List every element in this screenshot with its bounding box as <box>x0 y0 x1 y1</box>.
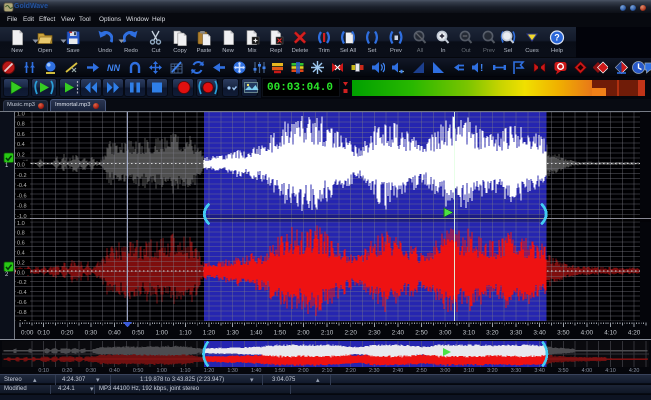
svg-text:0.2: 0.2 <box>17 260 25 266</box>
svg-text:-0.4: -0.4 <box>17 290 27 296</box>
svg-text:1:40: 1:40 <box>250 330 263 337</box>
svg-text:0.4: 0.4 <box>17 142 25 148</box>
svg-text:3:50: 3:50 <box>557 330 570 337</box>
svg-text:0.8: 0.8 <box>17 231 25 237</box>
svg-text:1:50: 1:50 <box>274 330 287 337</box>
svg-text:0.0: 0.0 <box>17 270 25 276</box>
svg-text:0:40: 0:40 <box>108 330 121 337</box>
svg-text:0.2: 0.2 <box>17 152 25 158</box>
svg-text:0.6: 0.6 <box>17 132 25 138</box>
svg-text:2:00: 2:00 <box>297 330 310 337</box>
svg-text:1.0: 1.0 <box>17 111 25 117</box>
svg-text:-0.8: -0.8 <box>17 310 27 316</box>
svg-text:0.0: 0.0 <box>17 163 25 169</box>
svg-text:2:30: 2:30 <box>368 330 381 337</box>
svg-text:4:10: 4:10 <box>604 330 617 337</box>
svg-text:2:20: 2:20 <box>344 330 357 337</box>
svg-text:1:30: 1:30 <box>226 330 239 337</box>
svg-text:-0.8: -0.8 <box>17 204 27 210</box>
svg-text:3:30: 3:30 <box>510 330 523 337</box>
svg-text:-0.2: -0.2 <box>17 173 27 179</box>
svg-text:1:10: 1:10 <box>179 330 192 337</box>
svg-text:0:10: 0:10 <box>37 330 50 337</box>
svg-text:-0.2: -0.2 <box>17 280 27 286</box>
svg-text:0:50: 0:50 <box>132 330 145 337</box>
svg-text:4:20: 4:20 <box>628 330 641 337</box>
svg-text:3:10: 3:10 <box>463 330 476 337</box>
svg-text:3:00: 3:00 <box>439 330 452 337</box>
svg-text:1:20: 1:20 <box>203 330 216 337</box>
svg-text:0:00: 0:00 <box>21 330 34 337</box>
svg-text:0:20: 0:20 <box>61 330 74 337</box>
svg-text:-0.6: -0.6 <box>17 193 27 199</box>
svg-text:NN: NN <box>107 63 120 73</box>
svg-text:2:10: 2:10 <box>321 330 334 337</box>
svg-text:2:40: 2:40 <box>392 330 405 337</box>
svg-text:3:20: 3:20 <box>486 330 499 337</box>
svg-text:4:00: 4:00 <box>581 330 594 337</box>
svg-text:-0.4: -0.4 <box>17 183 27 189</box>
svg-text:-1.0: -1.0 <box>17 214 27 220</box>
svg-text:0.6: 0.6 <box>17 241 25 247</box>
svg-text:0:30: 0:30 <box>85 330 98 337</box>
svg-text:0.8: 0.8 <box>17 122 25 128</box>
svg-text:?: ? <box>554 33 560 43</box>
svg-text:3:40: 3:40 <box>533 330 546 337</box>
svg-text:!: ! <box>480 63 483 74</box>
svg-text:0.4: 0.4 <box>17 251 25 257</box>
svg-text:1:00: 1:00 <box>155 330 168 337</box>
svg-text:-0.6: -0.6 <box>17 300 27 306</box>
svg-text:2:50: 2:50 <box>415 330 428 337</box>
svg-text:1.0: 1.0 <box>17 221 25 227</box>
